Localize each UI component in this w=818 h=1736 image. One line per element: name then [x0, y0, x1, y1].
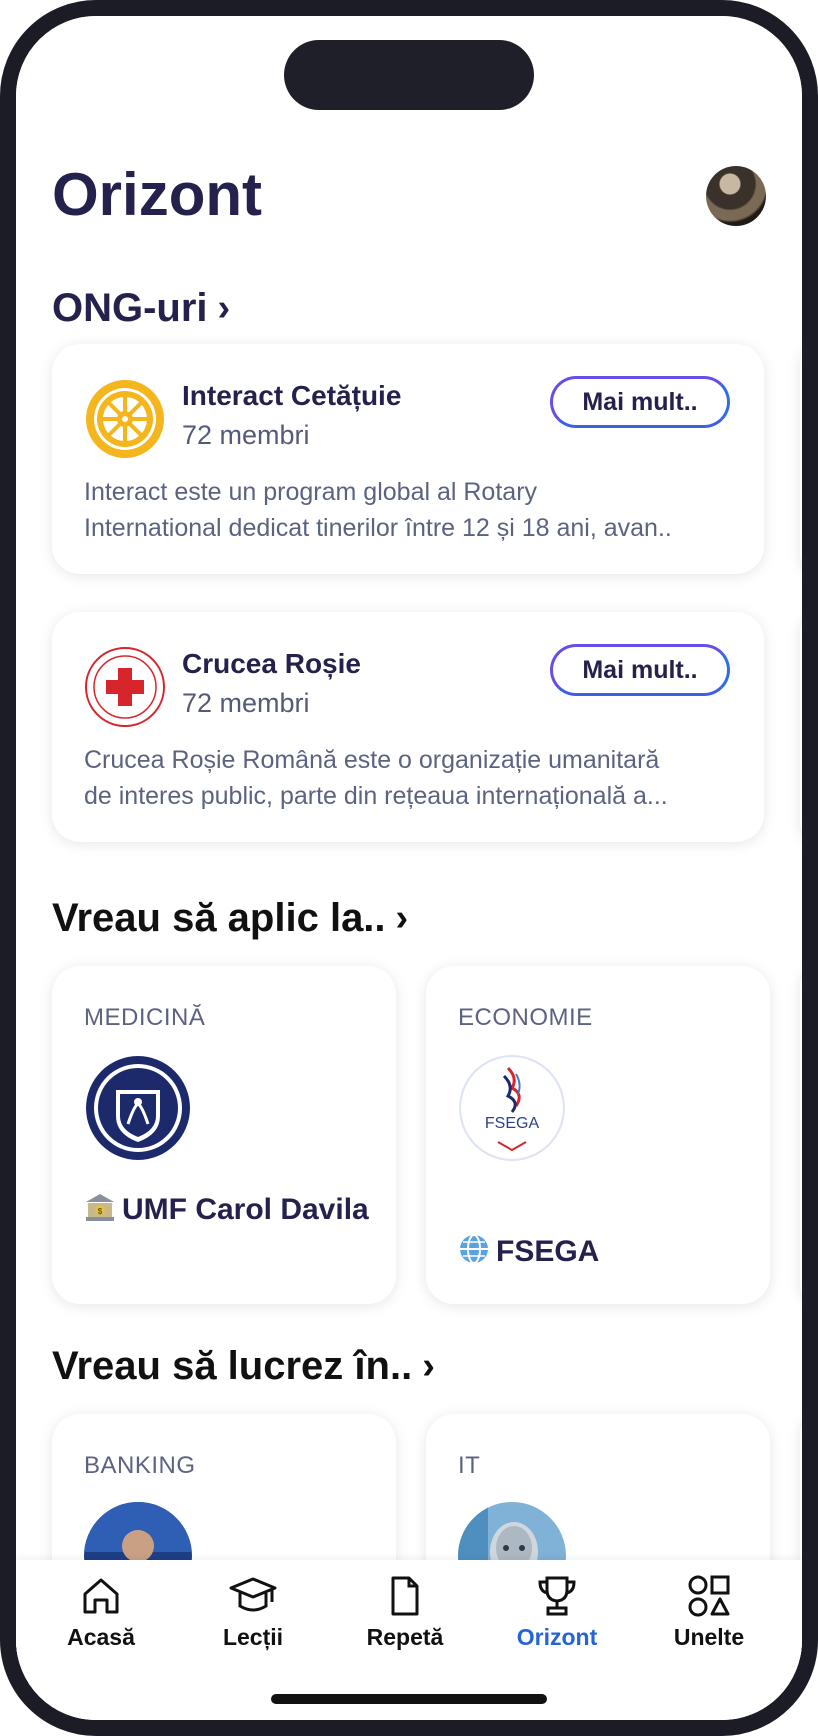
trophy-icon [538, 1576, 576, 1616]
section-lucrez-label: Vreau să lucrez în.. [52, 1344, 413, 1388]
tab-label: Lecții [222, 1624, 284, 1650]
section-ong-title[interactable]: ONG-uri › [52, 286, 230, 331]
chevron-right-icon: › [395, 897, 409, 939]
ong-description-line: Crucea Roșie Română este o organizație u… [84, 746, 660, 774]
university-name: FSEGA [496, 1235, 600, 1268]
red-cross-icon [85, 647, 165, 727]
chevron-right-icon: › [422, 1345, 435, 1387]
ong-name: Interact Cetățuie [182, 380, 402, 411]
ong-description: Interact este un program global al Rotar… [84, 474, 744, 546]
avatar[interactable] [706, 166, 766, 226]
job-category: BANKING [84, 1452, 196, 1479]
ong-description-line: Interact este un program global al Rotar… [84, 478, 538, 506]
ong-description-line: de interes public, parte din rețeaua int… [84, 782, 668, 810]
university-name: UMF Carol Davila [122, 1193, 369, 1226]
phone-frame: Orizont ONG-uri › Interact Cetățuie 72 m… [0, 0, 818, 1736]
ong-description: Crucea Roșie Română este o organizație u… [84, 742, 744, 814]
globe-icon [458, 1233, 490, 1265]
graduation-cap-icon [229, 1577, 277, 1612]
rotary-wheel-icon [86, 380, 164, 458]
next-university-card-peek[interactable] [800, 966, 802, 1304]
ong-card[interactable]: Crucea Roșie 72 membri Mai mult.. Crucea… [52, 612, 764, 842]
ong-name: Crucea Roșie [182, 648, 361, 679]
ong-members: 72 membri [182, 688, 310, 718]
ong-members: 72 membri [182, 420, 310, 450]
tab-orizont[interactable]: Orizont [482, 1574, 632, 1651]
shapes-icon [688, 1575, 730, 1617]
fsega-logo: FSEGA [459, 1055, 565, 1161]
tab-repeta[interactable]: Repetă [330, 1574, 480, 1651]
screen: Orizont ONG-uri › Interact Cetățuie 72 m… [16, 16, 802, 1720]
section-lucrez-title[interactable]: Vreau să lucrez în.. › [52, 1344, 435, 1389]
bank-icon: $ [84, 1191, 116, 1223]
more-button[interactable]: Mai mult.. [550, 644, 730, 696]
section-ong-label: ONG-uri [52, 286, 208, 330]
chevron-right-icon: › [217, 287, 231, 329]
tab-acasa[interactable]: Acasă [26, 1574, 176, 1651]
umf-logo [86, 1056, 190, 1160]
tab-label: Acasă [67, 1624, 135, 1650]
section-aplic-title[interactable]: Vreau să aplic la.. › [52, 896, 408, 941]
home-icon [83, 1578, 119, 1614]
job-category: IT [458, 1452, 481, 1479]
tab-label: Repetă [366, 1624, 444, 1650]
home-indicator[interactable] [271, 1694, 547, 1704]
document-icon [391, 1576, 419, 1616]
svg-text:$: $ [98, 1207, 103, 1216]
ong-description-line: International dedicat tinerilor între 12… [84, 514, 672, 542]
university-card[interactable]: ECONOMIE FSEGA FSEGA [426, 966, 770, 1304]
university-card[interactable]: MEDICINĂ $ UMF Carol Davila [52, 966, 396, 1304]
tab-lectii[interactable]: Lecții [178, 1574, 328, 1651]
more-button[interactable]: Mai mult.. [550, 376, 730, 428]
next-ong-card-peek[interactable] [800, 612, 802, 842]
university-name-row: $ UMF Carol Davila [84, 1188, 384, 1232]
tab-label: Orizont [516, 1624, 598, 1650]
university-category: ECONOMIE [458, 1004, 593, 1031]
dynamic-island [284, 40, 534, 110]
next-ong-card-peek[interactable] [800, 344, 802, 574]
tab-label: Unelte [673, 1624, 745, 1650]
svg-text:FSEGA: FSEGA [485, 1115, 540, 1132]
university-name-row: FSEGA [458, 1230, 758, 1274]
section-aplic-label: Vreau să aplic la.. [52, 896, 386, 940]
page-title: Orizont [52, 161, 262, 228]
ong-card[interactable]: Interact Cetățuie 72 membri Mai mult.. I… [52, 344, 764, 574]
university-category: MEDICINĂ [84, 1004, 206, 1031]
tab-unelte[interactable]: Unelte [634, 1574, 784, 1651]
